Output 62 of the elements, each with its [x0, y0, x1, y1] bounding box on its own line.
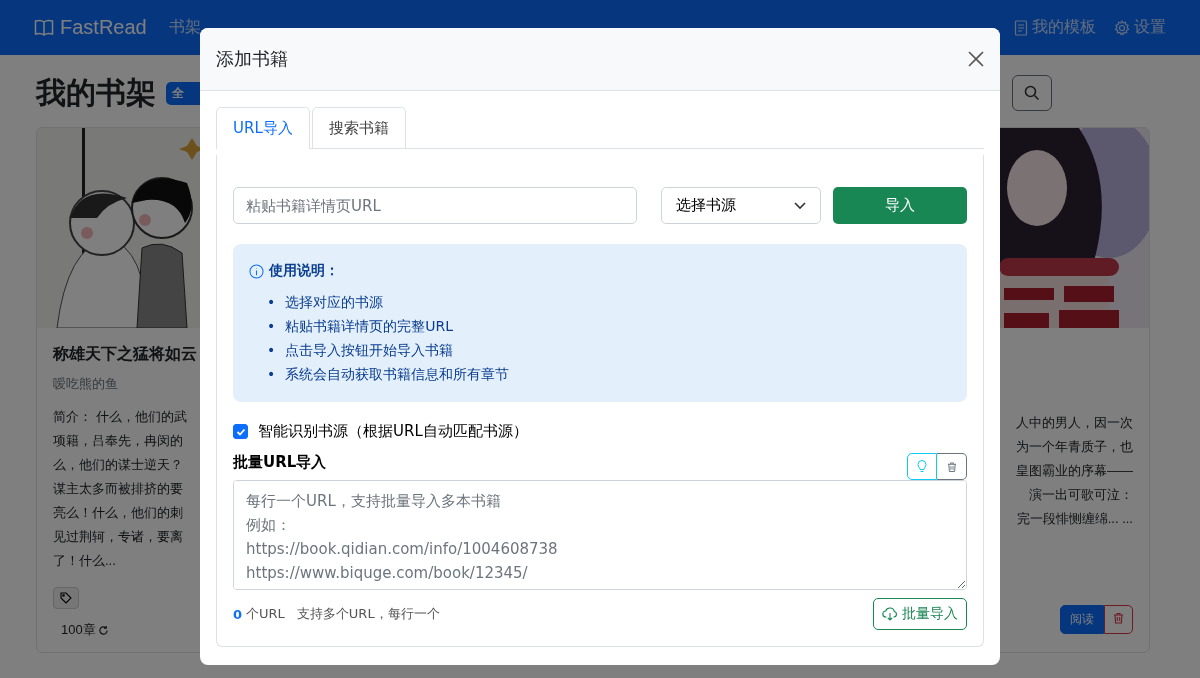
tag-button[interactable] [53, 587, 79, 609]
close-icon [968, 51, 984, 67]
hint-text: 支持多个URL，每行一个 [296, 605, 440, 623]
url-list-field[interactable]: 每行一个URL，支持批量导入多本书籍 例如： https://book.qidian.com/info/1004608738 https://www.biquge.com/book/12345/ [233, 480, 967, 590]
settings-icon [1114, 19, 1130, 36]
document-icon [1014, 19, 1028, 36]
bullet: • [267, 317, 276, 336]
import-button[interactable]: 导入 [833, 187, 967, 224]
instructions-heading: 使用说明： [269, 262, 339, 280]
book-intro-line: 么，他们的谋士逆天？ [53, 456, 183, 474]
book-intro-line: 亮么！什么，他们的刺 [53, 504, 183, 522]
book-intro-line: 完一段悱恻缠绵... ... [1016, 510, 1133, 528]
brand-link[interactable]: FastRead [34, 16, 147, 39]
book-intro-line: 为一个年青质子，也 [1016, 438, 1133, 456]
batch-import-label: 批量URL导入 [233, 453, 327, 472]
book-author: 嗳吃熊的鱼 [53, 375, 119, 393]
checkbox[interactable] [233, 424, 248, 439]
url-input-field[interactable]: 粘贴书籍详情页URL [233, 187, 637, 224]
chapter-count: 100章 [61, 621, 96, 639]
url-count-label: 个URL [246, 605, 285, 623]
book-intro-line: 演一出可歌可泣： [1029, 486, 1133, 504]
bullet: • [267, 365, 276, 384]
book-intro-line: 了！什么... [53, 552, 116, 570]
tab[interactable]: URL导入 [216, 107, 310, 149]
book-intro-line: 谋主太多而被排挤的要 [53, 480, 183, 498]
bullet: • [267, 341, 276, 360]
tab[interactable]: 搜索书籍 [311, 107, 406, 148]
lightbulb-icon [917, 460, 927, 473]
book-intro-line: 皇图霸业的序幕—— [1016, 462, 1133, 480]
instruction-item: 点击导入按钮开始导入书籍 [285, 341, 454, 360]
search-button[interactable] [1012, 75, 1052, 111]
dialog-title: 添加书籍 [216, 47, 288, 71]
instruction-item: 选择对应的书源 [285, 293, 384, 312]
search-icon [1024, 85, 1040, 101]
instruction-item: 系统会自动获取书籍信息和所有章节 [285, 365, 510, 384]
clear-button[interactable] [937, 453, 967, 480]
page-title: 我的书架 [36, 74, 156, 111]
instruction-item: 粘贴书籍详情页的完整URL [285, 317, 454, 336]
trash-icon [1113, 612, 1124, 624]
checkbox-label: 智能识别书源（根据URL自动匹配书源） [258, 422, 528, 441]
nav-link-label: 设置 [1134, 17, 1166, 37]
cloud-download-icon [882, 607, 898, 621]
read-button[interactable]: 阅读 [1060, 605, 1104, 634]
url-count: 0 [233, 606, 243, 622]
nav-link-label: 我的模板 [1032, 17, 1096, 37]
delete-button[interactable] [1104, 605, 1133, 634]
book-intro-line: 项籍，吕奉先，冉闵的 [53, 432, 183, 450]
chevron-down-icon [794, 201, 806, 210]
trash-icon [946, 460, 957, 473]
close-button[interactable] [966, 49, 986, 69]
source-select[interactable]: 选择书源 [661, 187, 821, 224]
info-icon [249, 263, 264, 279]
brand-name: FastRead [60, 16, 147, 39]
book-icon [34, 18, 54, 37]
check-icon [235, 426, 246, 437]
bullet: • [267, 293, 276, 312]
book-intro-line: 见过荆轲，专诸，要离 [53, 528, 183, 546]
refresh-icon[interactable] [97, 624, 109, 636]
book-intro-line: 简介： 什么，他们的武 [53, 408, 187, 426]
tag-icon [60, 592, 72, 604]
book-intro-line: 人中的男人，因一次 [1016, 414, 1133, 432]
batch-import-button[interactable]: 批量导入 [873, 598, 967, 630]
